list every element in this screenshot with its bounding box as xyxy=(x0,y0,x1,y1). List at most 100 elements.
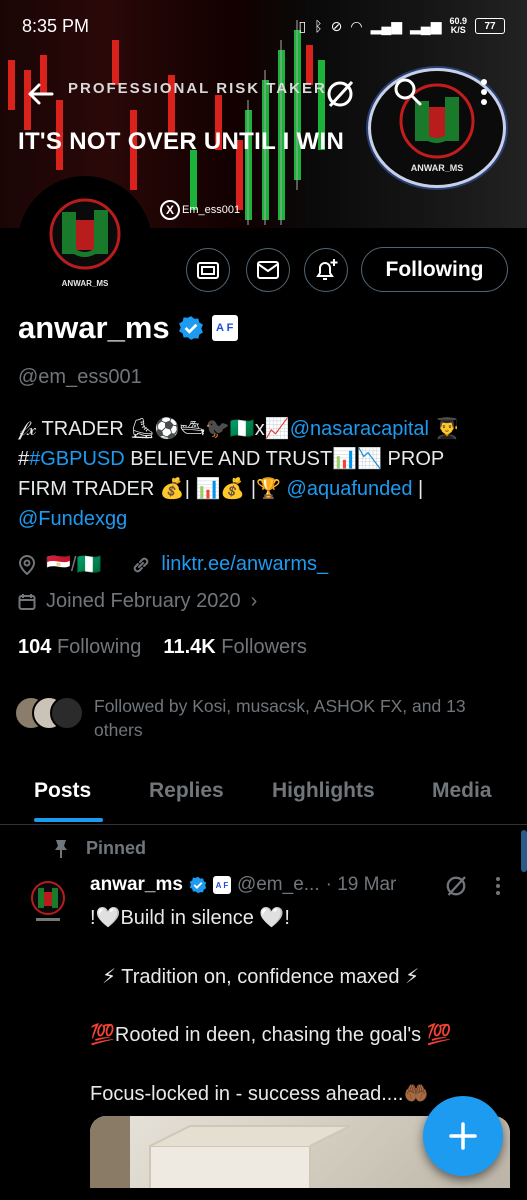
followed-by-row[interactable]: Followed by Kosi, musacsk, ASHOK FX, and… xyxy=(14,694,514,742)
profile-location: 🇪🇬/🇳🇬 xyxy=(46,554,102,576)
profile-tabs: Posts Replies Highlights Media xyxy=(0,765,527,823)
bio-text: BELIEVE AND TRUST📊📉 PROP xyxy=(124,448,445,470)
profile-bio: 𝒻𝓍 TRADER ⛸⚽🛥🐦‍⬛🇳🇬x📈@nasaracapital 👨‍🎓 #… xyxy=(18,414,508,534)
status-time: 8:35 PM xyxy=(22,15,90,36)
x-logo-icon: X xyxy=(160,200,180,220)
tab-posts[interactable]: Posts xyxy=(34,779,91,803)
profile-handle: @em_ess001 xyxy=(18,366,142,388)
bio-text: FIRM TRADER 💰| 📊💰 |🏆 xyxy=(18,478,287,500)
profile-avatar[interactable]: ANWAR_MS xyxy=(18,176,152,310)
tab-media[interactable]: Media xyxy=(432,779,492,803)
vibrate-icon: ▯ xyxy=(298,17,307,34)
notify-button[interactable] xyxy=(304,248,348,292)
hashtag-gbpusd[interactable]: #GBPUSD xyxy=(29,448,125,470)
tab-replies[interactable]: Replies xyxy=(149,779,224,803)
grok-button[interactable] xyxy=(320,74,360,114)
mention-aquafunded[interactable]: @aquafunded xyxy=(287,478,413,500)
post-text-line: 💯Rooted in deen, chasing the goal's 💯 xyxy=(90,1024,452,1046)
back-button[interactable] xyxy=(20,74,60,114)
post-text-line: Focus-locked in - success ahead....🤲🏾 xyxy=(90,1083,429,1105)
banner-logo-text: ANWAR_MS xyxy=(411,163,464,173)
followers-label: Followers xyxy=(221,636,307,658)
affiliate-badge[interactable]: A F xyxy=(211,315,238,341)
signal-icon: ▂▄▆ xyxy=(370,17,403,34)
pin-icon xyxy=(55,839,67,858)
avatar-logo-text: ANWAR_MS xyxy=(62,279,109,288)
post-more-button[interactable] xyxy=(478,866,518,906)
bell-plus-icon xyxy=(316,259,338,280)
tab-highlights[interactable]: Highlights xyxy=(272,779,375,803)
profile-name-row: anwar_ms A F xyxy=(18,310,238,346)
message-button[interactable] xyxy=(246,248,290,292)
more-vertical-icon xyxy=(496,877,500,895)
bio-text: 𝒻𝓍 TRADER ⛸⚽🛥🐦‍⬛🇳🇬x📈 xyxy=(18,418,290,440)
pinned-label-row: Pinned xyxy=(52,838,146,859)
compose-post-button[interactable] xyxy=(423,1096,503,1176)
wifi-icon: ◠ xyxy=(350,17,363,34)
post-author-name[interactable]: anwar_ms xyxy=(90,874,183,896)
banner-x-tag: X Em_ess001 xyxy=(160,200,240,220)
post-text-line: !🤍Build in silence 🤍! xyxy=(90,907,290,929)
status-bar: 8:35 PM ▯ ᛒ ⊘ ◠ ▂▄▆ ▂▄▆ 60.9 K/S 77 xyxy=(0,0,527,52)
followed-by-text: Followed by Kosi, musacsk, ASHOK FX, and… xyxy=(94,696,466,740)
bio-text: 👨‍🎓 xyxy=(429,418,460,440)
bio-text: # xyxy=(18,448,30,470)
tip-jar-icon xyxy=(197,262,219,279)
grok-icon xyxy=(327,80,354,108)
pinned-label: Pinned xyxy=(86,838,147,858)
plus-icon xyxy=(449,1122,477,1150)
tip-button[interactable] xyxy=(186,248,230,292)
envelope-icon xyxy=(257,261,279,279)
post-text-line: ⚡ Tradition on, confidence maxed ⚡ xyxy=(102,966,420,988)
post-grok-button[interactable] xyxy=(436,866,476,906)
following-stat[interactable]: 104 Following xyxy=(18,636,141,659)
affiliate-badge: A F xyxy=(212,876,231,894)
banner-tagline: PROFESSIONAL RISK TAKER xyxy=(68,80,327,97)
mention-fundexgg[interactable]: @Fundexgg xyxy=(18,508,127,530)
chevron-right-icon: › xyxy=(250,590,258,612)
profile-meta-joined[interactable]: Joined February 2020 › xyxy=(18,590,257,613)
link-icon xyxy=(134,557,149,572)
mention-nasaracapital[interactable]: @nasaracapital xyxy=(290,418,429,440)
profile-stats: 104 Following 11.4K Followers xyxy=(18,636,307,659)
post-date: · 19 Mar xyxy=(325,874,397,895)
bio-text: | xyxy=(412,478,424,500)
display-name: anwar_ms xyxy=(18,310,170,345)
active-tab-indicator xyxy=(34,818,103,822)
more-options-button[interactable] xyxy=(464,72,504,112)
status-icons: ▯ ᛒ ⊘ ◠ ▂▄▆ ▂▄▆ 60.9 K/S 77 xyxy=(298,17,505,35)
search-button[interactable] xyxy=(388,72,428,112)
bluetooth-icon: ᛒ xyxy=(314,18,323,34)
verified-badge-icon[interactable] xyxy=(178,315,204,341)
banner-headline: IT'S NOT OVER UNTIL I WIN xyxy=(18,128,345,155)
followers-stat[interactable]: 11.4K Followers xyxy=(163,636,306,659)
profile-joined: Joined February 2020 xyxy=(46,590,241,612)
banner-x-handle: Em_ess001 xyxy=(182,204,241,216)
location-pin-icon xyxy=(18,554,36,575)
arrow-left-icon xyxy=(28,83,54,105)
avatar xyxy=(50,696,84,730)
signal-icon-2: ▂▄▆ xyxy=(410,17,442,34)
post-header: anwar_ms A F @em_e... · 19 Mar xyxy=(90,874,396,896)
post-author-avatar[interactable] xyxy=(22,876,74,928)
bio-line-2: ##GBPUSD BELIEVE AND TRUST📊📉 PROP xyxy=(18,444,508,474)
profile-website-link[interactable]: linktr.ee/anwarms_ xyxy=(161,553,328,576)
bio-line-3: FIRM TRADER 💰| 📊💰 |🏆 @aquafunded | xyxy=(18,474,508,504)
profile-meta-location: 🇪🇬/🇳🇬 linktr.ee/anwarms_ xyxy=(18,552,328,577)
network-speed: 60.9 K/S xyxy=(449,16,467,35)
followers-count: 11.4K xyxy=(163,636,216,658)
verified-badge-icon xyxy=(189,876,207,894)
battery-icon: 77 xyxy=(475,18,505,34)
dnd-icon: ⊘ xyxy=(330,17,343,34)
following-button[interactable]: Following xyxy=(361,247,508,292)
followed-by-avatars xyxy=(14,696,84,732)
following-count: 104 xyxy=(18,636,52,658)
bio-line-4: @Fundexgg xyxy=(18,504,508,534)
search-icon xyxy=(394,78,422,106)
following-label: Following xyxy=(56,636,142,658)
post-author-handle: @em_e... xyxy=(236,874,320,895)
tabs-divider xyxy=(0,824,527,825)
calendar-icon xyxy=(18,593,36,610)
scrollbar[interactable] xyxy=(521,830,527,872)
grok-icon xyxy=(446,876,466,896)
